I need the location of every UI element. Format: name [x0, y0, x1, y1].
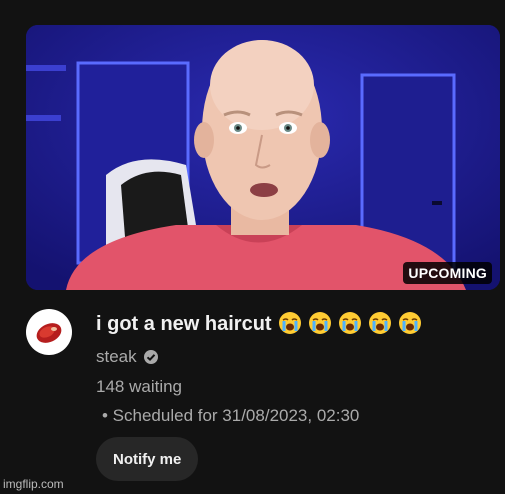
- verified-check-icon: [143, 350, 158, 364]
- waiting-count: 148 waiting: [96, 377, 183, 396]
- channel-avatar[interactable]: [26, 309, 72, 355]
- video-title-text: i got a new haircut: [96, 313, 272, 335]
- notify-me-button[interactable]: Notify me: [96, 437, 199, 481]
- upcoming-badge: UPCOMING: [403, 262, 492, 284]
- steak-icon: [36, 323, 62, 343]
- loudly-crying-face-icon: [368, 312, 391, 334]
- loudly-crying-face-icon: [308, 312, 331, 334]
- loudly-crying-face-icon: [278, 312, 301, 334]
- video-title[interactable]: i got a new haircut: [96, 311, 422, 336]
- channel-name[interactable]: steak: [96, 347, 159, 367]
- thumbnail-image: [26, 25, 500, 290]
- scheduled-time: • Scheduled for 31/08/2023, 02:30: [102, 406, 360, 425]
- video-thumbnail[interactable]: UPCOMING: [26, 25, 500, 290]
- loudly-crying-face-icon: [338, 312, 361, 334]
- imgflip-watermark: imgflip.com: [3, 477, 64, 491]
- channel-name-text: steak: [96, 347, 137, 366]
- loudly-crying-face-icon: [398, 312, 421, 334]
